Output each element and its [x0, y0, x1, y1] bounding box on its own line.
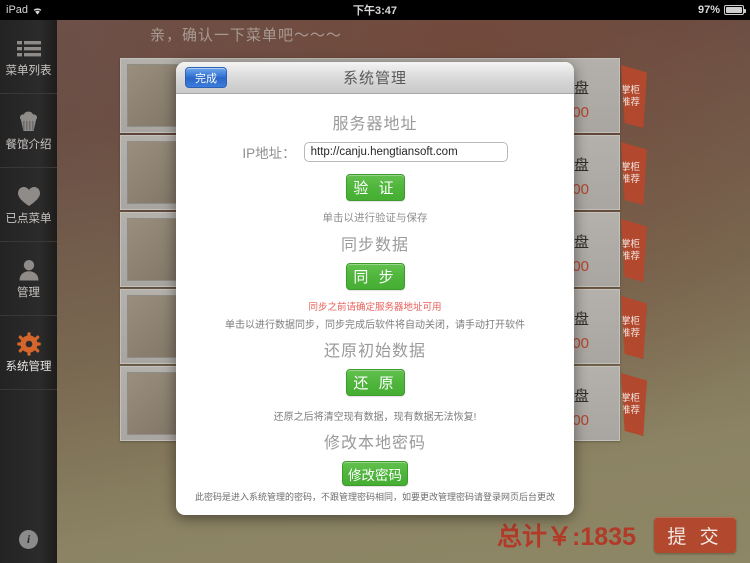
sidebar-item-management[interactable]: 管理 — [0, 242, 57, 316]
dialog-title: 系统管理 — [342, 70, 407, 87]
ribbon-label: 掌柜推荐 — [621, 161, 641, 185]
section-title-server: 服务器地址 — [332, 116, 418, 133]
recommend-ribbon: 掌柜推荐 — [621, 219, 647, 282]
restore-button[interactable]: 还 原 — [345, 369, 405, 396]
recommend-ribbon: 掌柜推荐 — [621, 65, 647, 128]
section-title-restore: 还原初始数据 — [323, 343, 426, 360]
dish-price: 00 — [572, 335, 589, 352]
order-total: 总计￥:1835 — [497, 523, 636, 551]
sidebar-item-system-settings[interactable]: 系统管理 — [0, 316, 57, 390]
ribbon-label: 掌柜推荐 — [621, 315, 641, 339]
restore-hint: 还原之后将清空现有数据，现有数据无法恢复! — [273, 412, 477, 423]
battery-icon — [724, 5, 746, 15]
sidebar-item-label: 已点菜单 — [5, 213, 52, 226]
wifi-icon — [32, 6, 43, 15]
sidebar-item-restaurant-intro[interactable]: 餐馆介绍 — [0, 94, 57, 168]
recommend-ribbon: 掌柜推荐 — [621, 142, 647, 205]
status-bar-time: 下午3:47 — [352, 5, 398, 17]
ribbon-label: 掌柜推荐 — [621, 392, 641, 416]
section-title-password: 修改本地密码 — [323, 435, 426, 452]
sidebar-item-label: 菜单列表 — [5, 65, 52, 78]
gear-icon — [16, 331, 42, 357]
info-icon[interactable]: i — [19, 530, 38, 549]
list-icon — [16, 35, 42, 61]
verify-hint: 单击以进行验证与保存 — [322, 212, 428, 224]
dish-price: 00 — [572, 412, 589, 429]
sidebar-footer: i — [0, 530, 57, 549]
device-name: iPad — [6, 4, 29, 16]
status-bar-right: 97% — [697, 4, 746, 16]
battery-percent: 97% — [697, 4, 720, 16]
dish-price: 00 — [572, 104, 589, 121]
change-password-button[interactable]: 修改密码 — [342, 461, 408, 486]
ip-address-row: IP地址： — [190, 142, 560, 162]
content-header-text: 亲，确认一下菜单吧～～～ — [150, 27, 343, 44]
ribbon-label: 掌柜推荐 — [621, 84, 641, 108]
submit-button[interactable]: 提 交 — [654, 517, 736, 553]
sidebar: 菜单列表 餐馆介绍 已点菜单 管理 系统管理 i — [0, 20, 57, 563]
cupcake-icon — [16, 109, 42, 135]
sync-button[interactable]: 同 步 — [345, 263, 405, 290]
recommend-ribbon: 掌柜推荐 — [621, 373, 647, 436]
sync-hint: 单击以进行数据同步，同步完成后软件将自动关闭，请手动打开软件 — [225, 320, 525, 331]
sync-warning: 同步之前请确定服务器地址可用 — [308, 302, 442, 313]
ribbon-label: 掌柜推荐 — [621, 238, 641, 262]
done-button[interactable]: 完成 — [185, 67, 227, 88]
ip-address-input[interactable] — [303, 142, 508, 162]
password-footnote: 此密码是进入系统管理的密码，不跟管理密码相同，如要更改管理密码请登录网页后台更改 — [194, 492, 555, 502]
status-bar-left: iPad — [6, 4, 43, 16]
user-icon — [16, 257, 42, 283]
sidebar-item-label: 系统管理 — [5, 361, 52, 374]
dish-price: 00 — [572, 258, 589, 275]
sidebar-item-label: 餐馆介绍 — [5, 139, 52, 152]
recommend-ribbon: 掌柜推荐 — [621, 296, 647, 359]
dialog-titlebar: 完成 系统管理 — [176, 62, 574, 94]
dialog-body: 服务器地址 IP地址： 验 证 单击以进行验证与保存 同步数据 同 步 同步之前… — [176, 94, 574, 486]
ip-address-label: IP地址： — [242, 146, 296, 161]
heart-icon — [16, 183, 42, 209]
app-screen: iPad 下午3:47 97% 亲，确认一下菜单吧～～～ /盘 00 掌柜推荐 … — [0, 0, 750, 563]
status-bar: iPad 下午3:47 97% — [0, 0, 750, 20]
dish-price: 00 — [572, 181, 589, 198]
verify-button[interactable]: 验 证 — [345, 174, 405, 201]
section-title-sync: 同步数据 — [340, 237, 409, 254]
sidebar-item-ordered-menu[interactable]: 已点菜单 — [0, 168, 57, 242]
system-settings-dialog: 完成 系统管理 服务器地址 IP地址： 验 证 单击以进行验证与保存 同步数据 … — [176, 62, 574, 515]
sidebar-item-label: 管理 — [17, 287, 40, 300]
sidebar-item-menu-list[interactable]: 菜单列表 — [0, 20, 57, 94]
order-footer: 总计￥:1835 提 交 — [497, 517, 736, 553]
